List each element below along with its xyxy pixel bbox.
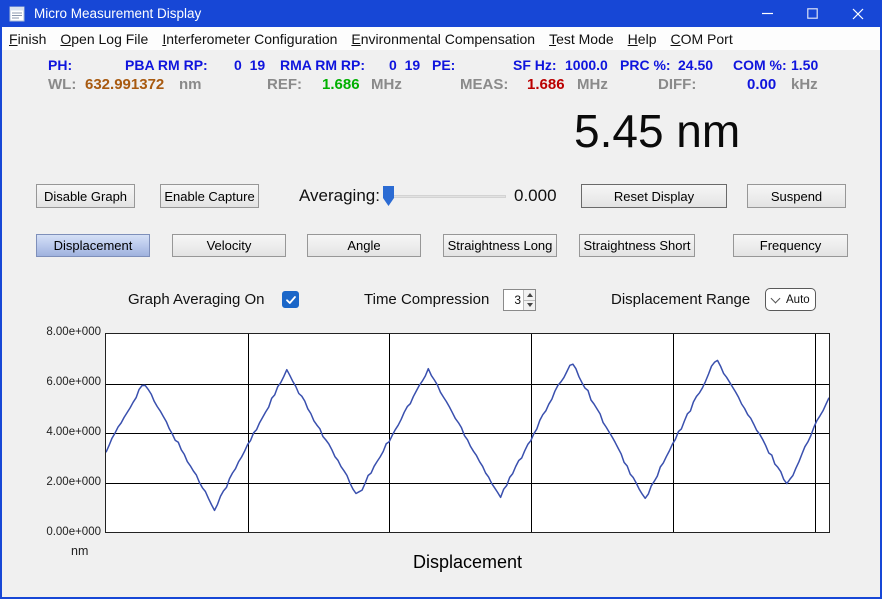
measurement-readout: 5.45 nm <box>574 104 740 158</box>
ref-unit: MHz <box>371 76 402 93</box>
ytick-2: 2.00e+000 <box>28 476 101 489</box>
maximize-icon <box>807 8 818 19</box>
menu-bar: Finish Open Log File Interferometer Conf… <box>0 27 882 50</box>
checkmark-icon <box>285 294 297 306</box>
displacement-range-dropdown[interactable]: Auto <box>765 288 816 311</box>
waveform-plot <box>106 334 829 532</box>
prc-value: 24.50 <box>678 57 713 73</box>
prc-label: PRC %: <box>620 57 671 73</box>
time-compression-value[interactable]: 3 <box>504 290 523 310</box>
time-compression-spinner[interactable]: 3 <box>503 289 536 311</box>
ytick-0: 0.00e+000 <box>28 526 101 539</box>
chevron-up-icon <box>527 293 533 297</box>
pba-rm-rp-value: 0 19 <box>234 57 265 73</box>
menu-item-open-log-file[interactable]: Open Log File <box>53 27 155 50</box>
averaging-label: Averaging: <box>299 186 380 206</box>
tab-displacement[interactable]: Displacement <box>36 234 150 257</box>
sf-hz-value: 1000.0 <box>565 57 608 73</box>
window-title: Micro Measurement Display <box>34 6 201 21</box>
reset-display-button[interactable]: Reset Display <box>581 184 727 208</box>
time-compression-label: Time Compression <box>364 291 489 308</box>
spin-down-button[interactable] <box>524 300 535 311</box>
tab-straightness-short[interactable]: Straightness Short <box>579 234 695 257</box>
status-panel: PH: PBA RM RP: 0 19 RMA RM RP: 0 19 PE: … <box>0 50 882 105</box>
wl-unit: nm <box>179 76 202 93</box>
com-value: 1.50 <box>791 57 818 73</box>
title-bar[interactable]: Micro Measurement Display <box>0 0 882 27</box>
displacement-range-label: Displacement Range <box>611 291 750 308</box>
displacement-chart <box>105 333 830 533</box>
ref-label: REF: <box>267 76 302 93</box>
wl-value: 632.991372 <box>85 76 164 93</box>
displacement-range-value: Auto <box>786 294 810 306</box>
menu-item-test-mode[interactable]: Test Mode <box>542 27 621 50</box>
meas-unit: MHz <box>577 76 608 93</box>
maximize-button[interactable] <box>790 0 835 27</box>
document-icon <box>9 6 25 22</box>
enable-capture-button[interactable]: Enable Capture <box>160 184 259 208</box>
slider-thumb[interactable] <box>383 186 394 206</box>
suspend-button[interactable]: Suspend <box>747 184 846 208</box>
close-button[interactable] <box>835 0 880 27</box>
minimize-icon <box>762 8 773 19</box>
chevron-down-icon <box>527 303 533 307</box>
rma-rm-rp-label: RMA RM RP: <box>280 57 365 73</box>
menu-item-environmental-compensation[interactable]: Environmental Compensation <box>344 27 542 50</box>
disable-graph-button[interactable]: Disable Graph <box>36 184 135 208</box>
pe-label: PE: <box>432 57 455 73</box>
diff-label: DIFF: <box>658 76 696 93</box>
chevron-down-icon <box>771 293 781 303</box>
meas-value: 1.686 <box>527 76 565 93</box>
tab-velocity[interactable]: Velocity <box>172 234 286 257</box>
ref-value: 1.686 <box>322 76 360 93</box>
spin-up-button[interactable] <box>524 290 535 300</box>
menu-item-interferometer-configuration[interactable]: Interferometer Configuration <box>155 27 344 50</box>
meas-label: MEAS: <box>460 76 508 93</box>
diff-value: 0.00 <box>747 76 776 93</box>
tab-angle[interactable]: Angle <box>307 234 421 257</box>
chart-title: Displacement <box>105 552 830 573</box>
close-icon <box>852 8 864 20</box>
wl-label: WL: <box>48 76 76 93</box>
tab-straightness-long[interactable]: Straightness Long <box>443 234 557 257</box>
ytick-4: 4.00e+000 <box>28 426 101 439</box>
rma-rm-rp-value: 0 19 <box>389 57 420 73</box>
pba-rm-rp-label: PBA RM RP: <box>125 57 208 73</box>
minimize-button[interactable] <box>745 0 790 27</box>
sf-hz-label: SF Hz: <box>513 57 557 73</box>
averaging-slider[interactable] <box>383 185 508 207</box>
averaging-value: 0.000 <box>514 186 557 206</box>
graph-averaging-label: Graph Averaging On <box>128 291 264 308</box>
slider-track[interactable] <box>385 195 506 198</box>
menu-item-help[interactable]: Help <box>621 27 664 50</box>
menu-item-com-port[interactable]: COM Port <box>663 27 739 50</box>
app-window: Micro Measurement Display Finish Open Lo… <box>0 0 882 599</box>
menu-item-finish[interactable]: Finish <box>2 27 53 50</box>
tab-frequency[interactable]: Frequency <box>733 234 848 257</box>
com-label: COM %: <box>733 57 787 73</box>
diff-unit: kHz <box>791 76 818 93</box>
ph-label: PH: <box>48 57 72 73</box>
ytick-6: 6.00e+000 <box>28 376 101 389</box>
ytick-8: 8.00e+000 <box>28 326 101 339</box>
graph-averaging-checkbox[interactable] <box>282 291 299 308</box>
y-axis-unit-label: nm <box>71 544 88 558</box>
